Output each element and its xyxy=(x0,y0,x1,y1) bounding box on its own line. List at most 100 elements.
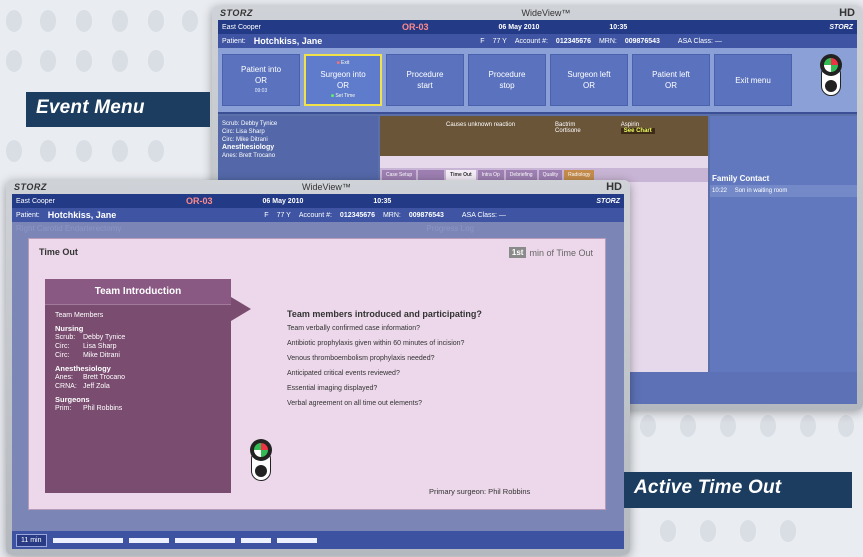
tab-intra-op[interactable]: Intra Op xyxy=(477,170,504,180)
staff-name: Lisa Sharp xyxy=(83,343,117,350)
mrn-label: MRN: xyxy=(382,211,401,219)
set-time-label: Set Time xyxy=(335,93,356,99)
asa-class: ASA Class: — xyxy=(461,211,506,219)
tab-blank[interactable] xyxy=(418,170,445,180)
tab-case-setup[interactable]: Case Setup xyxy=(382,170,417,180)
event-time: 09:03 xyxy=(254,87,268,94)
staff-role: CRNA: xyxy=(55,383,77,390)
event-patient-into-or-button[interactable]: Patient into OR 09:03 xyxy=(222,54,300,106)
event-label: Exit menu xyxy=(735,75,771,85)
caption-active-time-out: Active Time Out xyxy=(624,472,852,508)
event-label: Patient left OR xyxy=(652,70,690,90)
exit-option[interactable]: ■ Exit xyxy=(337,58,350,69)
storz-logo: STORZ xyxy=(14,182,47,192)
patient-label: Patient: xyxy=(16,211,40,219)
patient-name: Hotchkiss, Jane xyxy=(47,210,117,220)
patient-bar: Patient: Hotchkiss, Jane F 77 Y Account … xyxy=(12,208,624,222)
minute-label: min of Time Out xyxy=(529,247,593,258)
status-bar: East Cooper OR-03 06 May 2010 10:35 STOR… xyxy=(218,20,857,34)
tab-radiology[interactable]: Radiology xyxy=(564,170,595,180)
checklist-item[interactable]: Antibiotic prophylaxis given within 60 m… xyxy=(287,340,482,347)
set-time-option[interactable]: ■ Set Time xyxy=(331,91,355,102)
event-label: Surgeon left OR xyxy=(567,70,611,90)
checklist-item[interactable]: Team verbally confirmed case information… xyxy=(287,325,482,332)
time-out-checklist: Team members introduced and participatin… xyxy=(287,309,482,415)
event-label: Surgeon into OR xyxy=(320,70,366,90)
staff-row: Anes: Brett Trocano xyxy=(55,373,221,382)
account-label: Account #: xyxy=(298,211,332,219)
org-name: East Cooper xyxy=(222,23,261,31)
tab-time-out[interactable]: Time Out xyxy=(446,170,476,180)
checklist-item[interactable]: Anticipated critical events reviewed? xyxy=(287,370,482,377)
anes-line: Anes: Brett Trocano xyxy=(222,153,276,159)
account-label: Account #: xyxy=(514,37,548,45)
tab-debriefing[interactable]: Debriefing xyxy=(505,170,537,180)
team-introduction-header: Team Introduction xyxy=(45,279,231,305)
monitor-brand-bar: STORZ WideView™ HD xyxy=(6,180,630,194)
tab-quality[interactable]: Quality xyxy=(538,170,563,180)
timeline-bar-3 xyxy=(174,537,235,543)
date: 06 May 2010 xyxy=(262,197,304,205)
patient-sex: F xyxy=(264,211,269,219)
patient-name: Hotchkiss, Jane xyxy=(253,36,323,46)
minute-number: 1st xyxy=(508,247,527,258)
storz-logo: STORZ xyxy=(220,8,253,18)
date: 06 May 2010 xyxy=(498,23,540,31)
monitor-active-time-out: STORZ WideView™ HD East Cooper OR-03 06 … xyxy=(6,180,630,555)
event-surgeon-into-or-button[interactable]: ■ Exit Surgeon into OR ■ Set Time xyxy=(304,54,382,106)
patient-sex: F xyxy=(480,37,485,45)
see-chart-link[interactable]: See Chart xyxy=(620,128,655,134)
staff-name: Mike Ditrani xyxy=(83,352,120,359)
event-procedure-start-button[interactable]: Procedure start xyxy=(386,54,464,106)
case-timeline: 11 min xyxy=(12,531,624,549)
event-menu: Patient into OR 09:03 ■ Exit Surgeon int… xyxy=(218,48,857,114)
patient-bar: Patient: Hotchkiss, Jane F 77 Y Account … xyxy=(218,34,857,48)
elapsed-time-badge: 11 min xyxy=(16,533,47,547)
time-out-canvas: Right Carotid Endarterectomy Progress Lo… xyxy=(12,222,624,531)
staff-row: CRNA: Jeff Zola xyxy=(55,382,221,391)
event-exit-menu-button[interactable]: Exit menu xyxy=(714,54,792,106)
hd-badge: HD xyxy=(606,181,622,193)
team-members-label: Team Members xyxy=(55,312,104,319)
staff-name: Debby Tynice xyxy=(83,334,126,341)
timeline-bar-1 xyxy=(52,537,123,543)
progress-log-label: Progress Log xyxy=(426,224,474,233)
circ-line-2: Circ: Mike Ditrani xyxy=(222,137,268,143)
checklist-item[interactable]: Essential imaging displayed? xyxy=(287,385,482,392)
event-procedure-stop-button[interactable]: Procedure stop xyxy=(468,54,546,106)
staff-role: Circ: xyxy=(55,343,70,350)
event-patient-left-or-button[interactable]: Patient left OR xyxy=(632,54,710,106)
time: 10:35 xyxy=(609,23,628,31)
checklist-item[interactable]: Verbal agreement on all time out element… xyxy=(287,400,482,407)
exit-icon: ■ xyxy=(336,60,340,66)
account-number: 012345676 xyxy=(339,211,375,219)
team-members-list: Team Members Nursing Scrub: Debby Tynice … xyxy=(45,305,231,419)
nursing-heading: Nursing xyxy=(55,324,84,333)
monitor-title: WideView™ xyxy=(521,8,571,18)
screen: East Cooper OR-03 06 May 2010 10:35 STOR… xyxy=(12,194,624,549)
or-room: OR-03 xyxy=(186,196,213,206)
hd-badge: HD xyxy=(839,7,855,19)
monitor-title: WideView™ xyxy=(302,182,351,192)
status-mascot-icon xyxy=(247,439,275,483)
time-out-panel: Time Out 1st min of Time Out Team Introd… xyxy=(28,238,606,510)
family-contact-row: 10:22 Son in waiting room xyxy=(710,185,857,197)
staff-row: Prim: Phil Robbins xyxy=(55,404,221,413)
staff-role: Scrub: xyxy=(55,334,76,341)
event-label: Procedure stop xyxy=(488,70,526,90)
checklist-item[interactable]: Venous thromboembolism prophylaxis neede… xyxy=(287,355,482,362)
event-surgeon-left-or-button[interactable]: Surgeon left OR xyxy=(550,54,628,106)
checklist-heading: Team members introduced and participatin… xyxy=(287,309,482,319)
pointer-arrow xyxy=(231,297,251,321)
staff-role: Circ: xyxy=(55,352,70,359)
family-contact-time: 10:22 xyxy=(712,188,728,194)
status-mascot-icon xyxy=(817,54,845,98)
staff-role: Prim: xyxy=(55,405,72,412)
staff-role: Anes: xyxy=(55,374,73,381)
mrn-number: 009876543 xyxy=(408,211,444,219)
drug-2: Cortisone xyxy=(555,128,581,134)
staff-row: Circ: Mike Ditrani xyxy=(55,351,221,360)
team-introduction-box: Team Introduction Team Members Nursing S… xyxy=(45,279,231,493)
family-contact-title: Family Contact xyxy=(712,174,770,183)
family-contact-text: Son in waiting room xyxy=(734,188,788,194)
